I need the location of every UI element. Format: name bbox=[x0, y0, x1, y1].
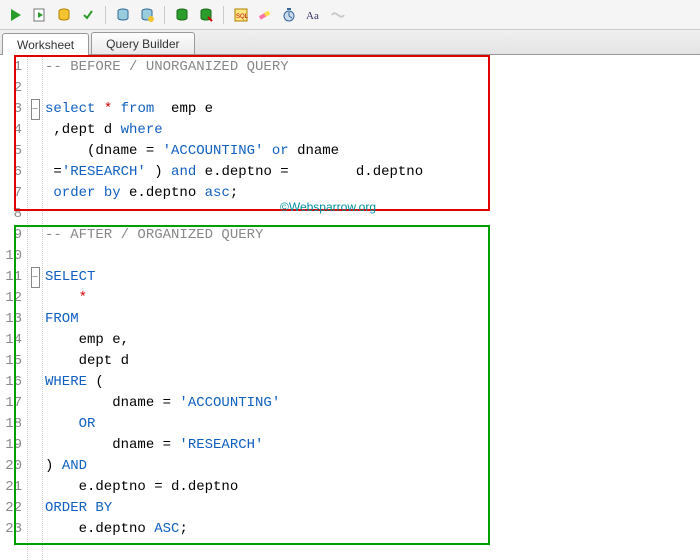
line-number: 5 bbox=[0, 141, 22, 162]
editor-area: 1234567891011121314151617181920212223 −−… bbox=[0, 55, 700, 560]
line-number: 17 bbox=[0, 393, 22, 414]
code-line[interactable]: SELECT bbox=[45, 267, 700, 288]
fold-slot bbox=[28, 162, 42, 183]
line-number: 15 bbox=[0, 351, 22, 372]
fold-slot bbox=[28, 393, 42, 414]
fold-slot bbox=[28, 57, 42, 78]
code-line[interactable]: (dname = 'ACCOUNTING' or dname bbox=[45, 141, 700, 162]
autocommit-icon[interactable] bbox=[78, 5, 98, 25]
clear-icon[interactable] bbox=[255, 5, 275, 25]
fold-slot bbox=[28, 141, 42, 162]
svg-text:Aa: Aa bbox=[306, 10, 319, 22]
timer-icon[interactable] bbox=[279, 5, 299, 25]
code-line[interactable]: FROM bbox=[45, 309, 700, 330]
line-number: 8 bbox=[0, 204, 22, 225]
fold-toggle-icon[interactable]: − bbox=[31, 267, 40, 288]
fold-slot bbox=[28, 372, 42, 393]
code-line[interactable] bbox=[45, 78, 700, 99]
sql-format-icon[interactable]: SQL bbox=[231, 5, 251, 25]
fold-slot bbox=[28, 330, 42, 351]
code-line[interactable]: dname = 'RESEARCH' bbox=[45, 435, 700, 456]
run-script-icon[interactable] bbox=[30, 5, 50, 25]
code-line[interactable]: ORDER BY bbox=[45, 498, 700, 519]
fold-slot bbox=[28, 309, 42, 330]
toolbar: SQL Aa bbox=[0, 0, 700, 30]
fold-slot bbox=[28, 435, 42, 456]
fold-slot: − bbox=[28, 267, 42, 288]
line-number: 6 bbox=[0, 162, 22, 183]
svg-text:SQL: SQL bbox=[236, 14, 249, 20]
tab-worksheet[interactable]: Worksheet bbox=[2, 33, 89, 55]
line-number: 7 bbox=[0, 183, 22, 204]
line-number: 11 bbox=[0, 267, 22, 288]
sql-editor[interactable]: 1234567891011121314151617181920212223 −−… bbox=[0, 55, 700, 560]
line-number: 9 bbox=[0, 225, 22, 246]
fold-slot bbox=[28, 519, 42, 540]
fold-slot bbox=[28, 183, 42, 204]
line-number: 1 bbox=[0, 57, 22, 78]
code-line[interactable]: ='RESEARCH' ) and e.deptno = d.deptno bbox=[45, 162, 700, 183]
find-icon bbox=[327, 5, 347, 25]
code-line[interactable]: WHERE ( bbox=[45, 372, 700, 393]
line-number: 20 bbox=[0, 456, 22, 477]
fold-slot bbox=[28, 120, 42, 141]
code-line[interactable]: dname = 'ACCOUNTING' bbox=[45, 393, 700, 414]
code-line[interactable]: ) AND bbox=[45, 456, 700, 477]
fold-slot bbox=[28, 288, 42, 309]
fold-slot bbox=[28, 498, 42, 519]
separator-icon bbox=[105, 6, 106, 24]
fold-toggle-icon[interactable]: − bbox=[31, 99, 40, 120]
line-number: 12 bbox=[0, 288, 22, 309]
line-number: 14 bbox=[0, 330, 22, 351]
line-number: 4 bbox=[0, 120, 22, 141]
fold-slot bbox=[28, 351, 42, 372]
code-line[interactable]: select * from emp e bbox=[45, 99, 700, 120]
watermark-text: ©Websparrow.org bbox=[280, 200, 376, 214]
line-number: 21 bbox=[0, 477, 22, 498]
line-number: 2 bbox=[0, 78, 22, 99]
code-line[interactable]: -- BEFORE / UNORGANIZED QUERY bbox=[45, 57, 700, 78]
fold-slot bbox=[28, 456, 42, 477]
code-line[interactable]: OR bbox=[45, 414, 700, 435]
code-line[interactable] bbox=[45, 246, 700, 267]
code-line[interactable]: dept d bbox=[45, 351, 700, 372]
fold-column: −− bbox=[28, 55, 42, 560]
fold-slot bbox=[28, 246, 42, 267]
code-line[interactable]: * bbox=[45, 288, 700, 309]
run-icon[interactable] bbox=[6, 5, 26, 25]
explain-icon[interactable] bbox=[113, 5, 133, 25]
fold-slot bbox=[28, 477, 42, 498]
commit-icon[interactable] bbox=[54, 5, 74, 25]
tab-query-builder[interactable]: Query Builder bbox=[91, 32, 194, 54]
line-number: 10 bbox=[0, 246, 22, 267]
code-line[interactable]: -- AFTER / ORGANIZED QUERY bbox=[45, 225, 700, 246]
line-number: 23 bbox=[0, 519, 22, 540]
fold-slot: − bbox=[28, 99, 42, 120]
fold-slot bbox=[28, 414, 42, 435]
line-number: 22 bbox=[0, 498, 22, 519]
fold-slot bbox=[28, 78, 42, 99]
case-icon[interactable]: Aa bbox=[303, 5, 323, 25]
code-line[interactable]: e.deptno = d.deptno bbox=[45, 477, 700, 498]
code-content[interactable]: -- BEFORE / UNORGANIZED QUERY select * fr… bbox=[42, 55, 700, 560]
line-number-gutter: 1234567891011121314151617181920212223 bbox=[0, 55, 28, 560]
fold-slot bbox=[28, 225, 42, 246]
autotrace-icon[interactable] bbox=[137, 5, 157, 25]
separator-icon bbox=[164, 6, 165, 24]
sql-tuning-icon[interactable] bbox=[172, 5, 192, 25]
fold-slot bbox=[28, 204, 42, 225]
code-line[interactable]: ,dept d where bbox=[45, 120, 700, 141]
line-number: 18 bbox=[0, 414, 22, 435]
line-number: 16 bbox=[0, 372, 22, 393]
tab-strip: Worksheet Query Builder bbox=[0, 30, 700, 55]
line-number: 13 bbox=[0, 309, 22, 330]
code-line[interactable]: emp e, bbox=[45, 330, 700, 351]
sql-history-icon[interactable] bbox=[196, 5, 216, 25]
line-number: 19 bbox=[0, 435, 22, 456]
separator-icon bbox=[223, 6, 224, 24]
code-line[interactable]: e.deptno ASC; bbox=[45, 519, 700, 540]
line-number: 3 bbox=[0, 99, 22, 120]
